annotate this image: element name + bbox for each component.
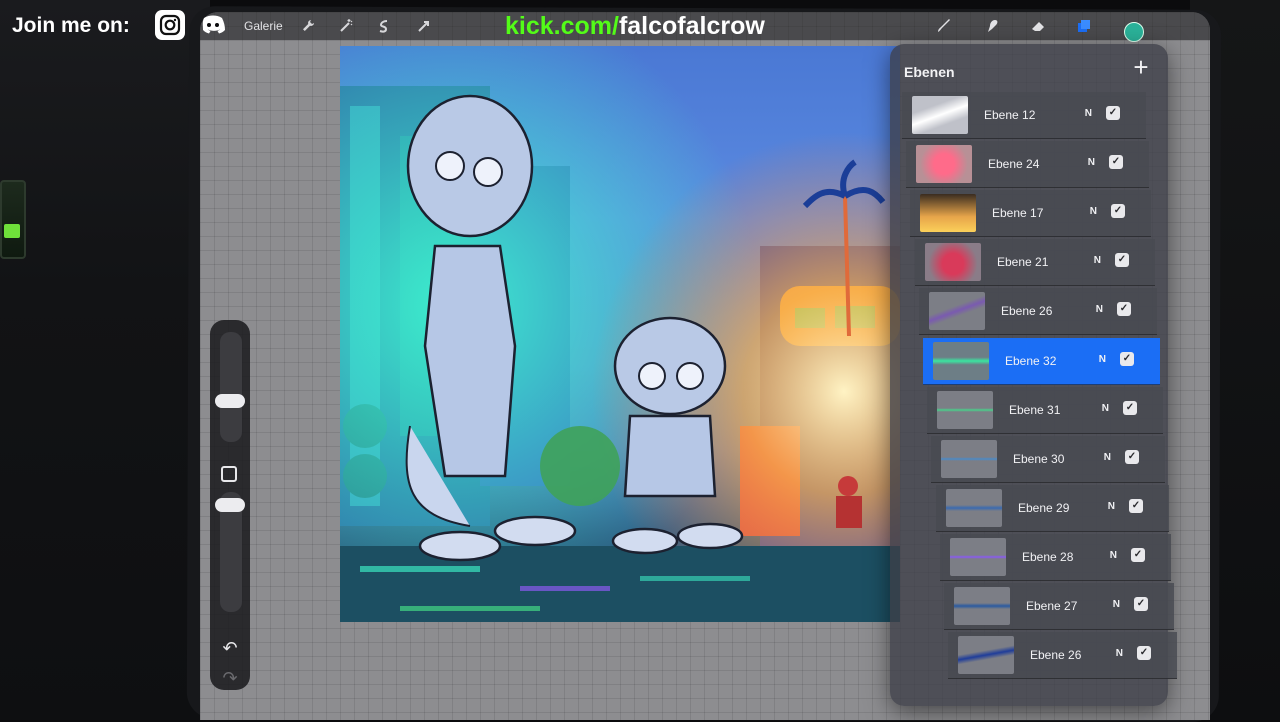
- layer-row[interactable]: Ebene 31 N ✓: [927, 386, 1163, 434]
- layer-name: Ebene 27: [1026, 599, 1078, 613]
- layer-row[interactable]: Ebene 28 N ✓: [940, 533, 1171, 581]
- brush-size-knob[interactable]: [215, 394, 245, 408]
- visibility-checkbox[interactable]: ✓: [1120, 351, 1134, 366]
- join-label: Join me on:: [12, 14, 130, 37]
- kick-url: kick.com/falcofalcrow: [505, 12, 765, 41]
- selection-icon[interactable]: [376, 16, 392, 36]
- layer-thumbnail: [941, 439, 997, 478]
- visibility-checkbox[interactable]: ✓: [1115, 253, 1129, 268]
- visibility-checkbox[interactable]: ✓: [1131, 547, 1145, 562]
- blend-mode-button[interactable]: N: [1088, 157, 1095, 168]
- brush-size-slider[interactable]: [220, 332, 242, 442]
- layer-thumbnail: [925, 243, 981, 282]
- redo-icon[interactable]: ↷: [218, 666, 242, 690]
- magic-wand-icon[interactable]: [338, 16, 354, 36]
- blend-mode-button[interactable]: N: [1113, 599, 1120, 610]
- opacity-knob[interactable]: [215, 498, 245, 512]
- layers-panel-title: Ebenen: [904, 64, 955, 80]
- layer-row[interactable]: Ebene 24 N ✓: [906, 141, 1149, 189]
- visibility-checkbox[interactable]: ✓: [1134, 597, 1148, 611]
- undo-icon[interactable]: ↶: [218, 636, 242, 660]
- canvas-artwork[interactable]: [340, 46, 900, 622]
- layer-thumbnail: [950, 537, 1006, 576]
- visibility-checkbox[interactable]: ✓: [1129, 498, 1143, 513]
- layers-icon[interactable]: [1076, 16, 1092, 36]
- layer-thumbnail: [929, 292, 985, 331]
- layer-name: Ebene 28: [1022, 549, 1074, 564]
- layer-name: Ebene 26: [1001, 304, 1053, 319]
- layer-row[interactable]: Ebene 29 N ✓: [936, 484, 1169, 532]
- background-device: [0, 180, 26, 259]
- procreate-screen: Galerie ↶ ↷ Ebenen + Ebene 12 N ✓ Ebene …: [200, 12, 1210, 720]
- layers-panel: Ebenen + Ebene 12 N ✓ Ebene 24 N ✓ Ebene 17 N ✓ E…: [890, 44, 1177, 706]
- blend-mode-button[interactable]: N: [1104, 452, 1111, 463]
- blend-mode-button[interactable]: N: [1108, 501, 1115, 512]
- layer-name: Ebene 21: [997, 255, 1049, 270]
- visibility-checkbox[interactable]: ✓: [1125, 449, 1139, 464]
- blend-mode-button[interactable]: N: [1096, 304, 1103, 315]
- background-room-left: [0, 0, 210, 720]
- smudge-icon[interactable]: [984, 16, 1000, 36]
- modify-button[interactable]: [221, 466, 237, 482]
- kick-username: falcofalcrow: [618, 12, 765, 40]
- layer-row[interactable]: Ebene 12 N ✓: [902, 92, 1146, 139]
- blend-mode-button[interactable]: N: [1094, 255, 1101, 266]
- wrench-icon[interactable]: [300, 16, 316, 36]
- layer-row[interactable]: Ebene 30 N ✓: [931, 435, 1165, 483]
- layer-thumbnail: [954, 587, 1010, 625]
- visibility-checkbox[interactable]: ✓: [1123, 400, 1137, 415]
- layer-thumbnail: [920, 194, 976, 233]
- layer-name: Ebene 30: [1013, 451, 1065, 466]
- blend-mode-button[interactable]: N: [1099, 354, 1106, 365]
- layer-row[interactable]: Ebene 27 N ✓: [944, 583, 1174, 630]
- artwork-illustration: [340, 46, 900, 622]
- blend-mode-button[interactable]: N: [1110, 550, 1117, 561]
- instagram-icon: [155, 10, 185, 40]
- gallery-button[interactable]: Galerie: [244, 16, 283, 36]
- layer-thumbnail: [916, 145, 972, 184]
- layer-name: Ebene 17: [992, 206, 1044, 221]
- layer-row[interactable]: Ebene 32 N ✓: [923, 337, 1160, 385]
- blend-mode-button[interactable]: N: [1085, 108, 1092, 119]
- layer-row[interactable]: Ebene 26 N ✓: [919, 288, 1157, 336]
- blend-mode-button[interactable]: N: [1116, 648, 1123, 659]
- eraser-icon[interactable]: [1030, 16, 1046, 36]
- layer-row[interactable]: Ebene 21 N ✓: [915, 239, 1155, 287]
- visibility-checkbox[interactable]: ✓: [1111, 204, 1125, 219]
- layer-thumbnail: [937, 390, 993, 429]
- layer-name: Ebene 26: [1030, 648, 1082, 663]
- layer-name: Ebene 29: [1018, 500, 1070, 515]
- blend-mode-button[interactable]: N: [1102, 403, 1109, 414]
- layer-name: Ebene 32: [1005, 353, 1057, 368]
- visibility-checkbox[interactable]: ✓: [1117, 302, 1131, 317]
- brush-icon[interactable]: [936, 16, 952, 36]
- visibility-checkbox[interactable]: ✓: [1137, 646, 1151, 661]
- layer-thumbnail: [912, 96, 968, 134]
- discord-icon: [198, 10, 228, 40]
- add-layer-button[interactable]: +: [1130, 54, 1152, 80]
- kick-domain: kick.com/: [505, 12, 619, 40]
- layer-row[interactable]: Ebene 26 N ✓: [948, 632, 1177, 680]
- layer-thumbnail: [933, 341, 989, 380]
- color-icon[interactable]: [1124, 22, 1144, 42]
- layer-name: Ebene 12: [984, 108, 1036, 122]
- layer-row[interactable]: Ebene 17 N ✓: [910, 190, 1151, 238]
- left-sidebar: ↶ ↷: [210, 320, 250, 690]
- layer-thumbnail: [958, 636, 1014, 675]
- layer-name: Ebene 24: [988, 157, 1040, 172]
- transform-icon[interactable]: [416, 16, 432, 36]
- layer-name: Ebene 31: [1009, 402, 1061, 417]
- blend-mode-button[interactable]: N: [1090, 206, 1097, 217]
- layer-thumbnail: [946, 488, 1002, 527]
- visibility-checkbox[interactable]: ✓: [1106, 106, 1120, 120]
- visibility-checkbox[interactable]: ✓: [1109, 155, 1123, 170]
